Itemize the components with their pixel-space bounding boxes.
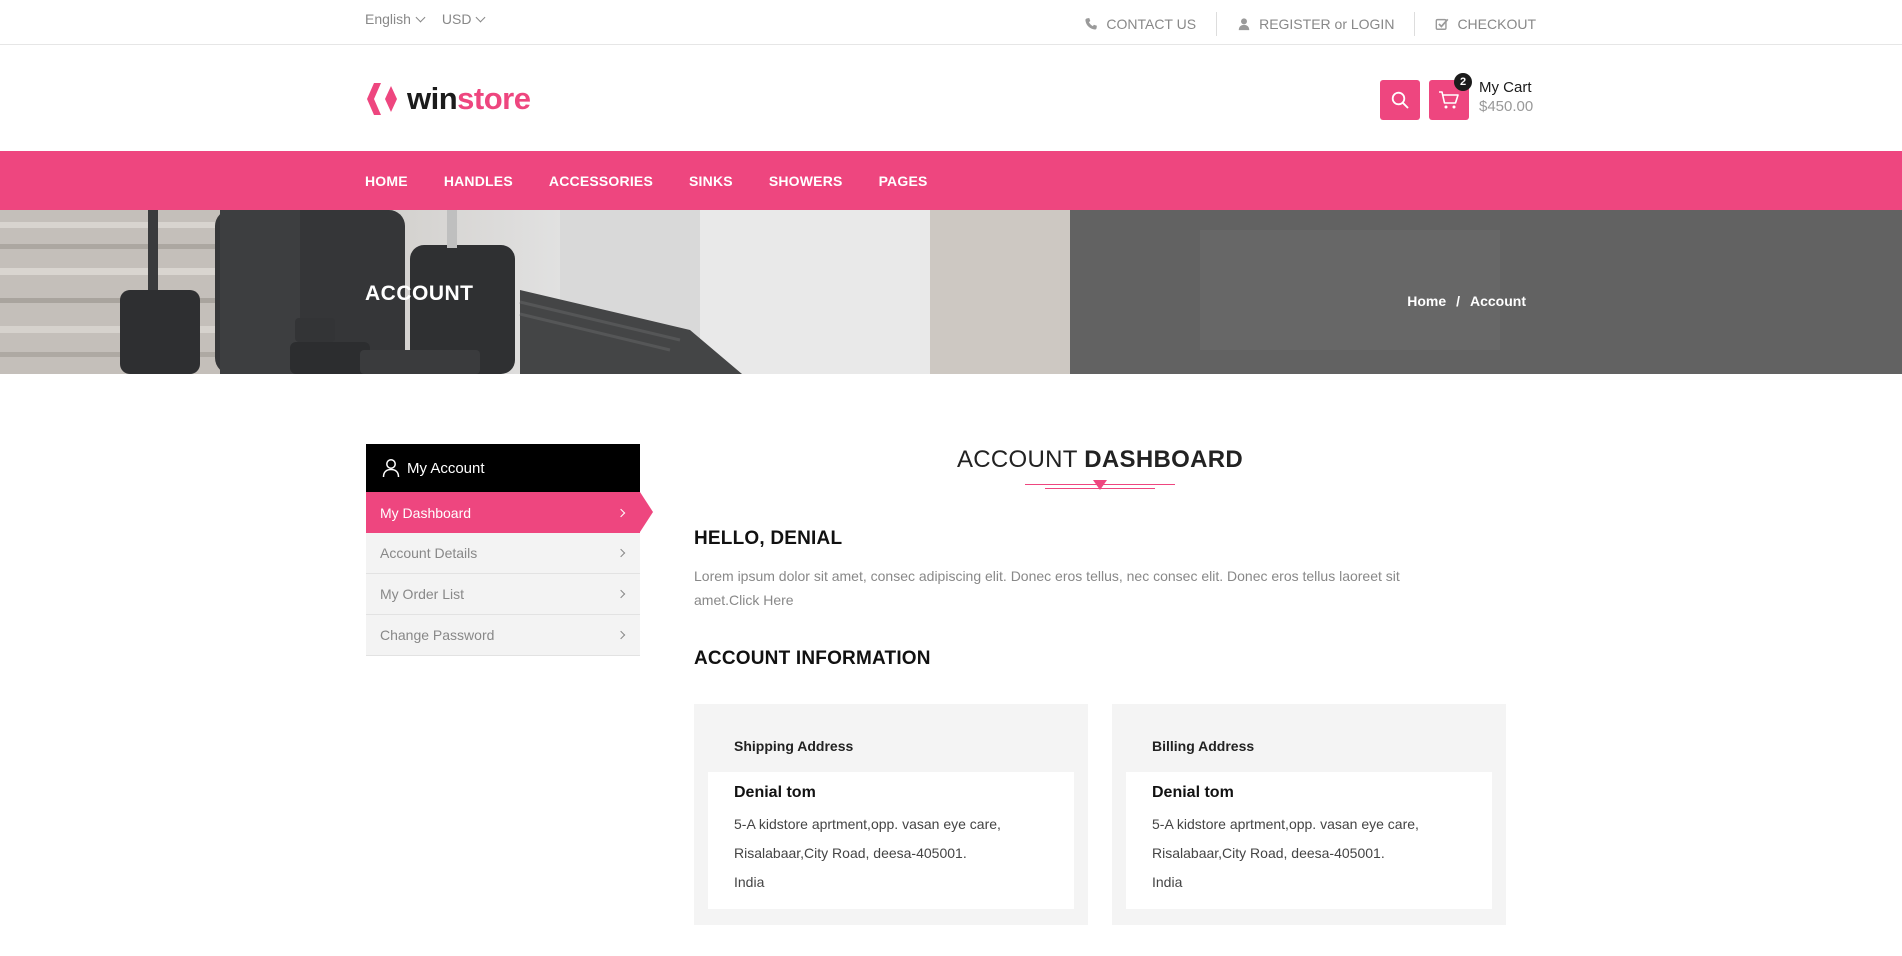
card-title: Shipping Address: [734, 738, 854, 754]
sidebar-item-label: Account Details: [380, 545, 478, 561]
address-name: Denial tom: [1152, 784, 1234, 801]
user-icon: [382, 459, 400, 478]
main-nav: HOME HANDLES ACCESSORIES SINKS SHOWERS P…: [0, 151, 1902, 210]
checkbox-icon: [1436, 18, 1449, 30]
nav-item-accessories[interactable]: ACCESSORIES: [549, 173, 653, 189]
contact-us-link[interactable]: CONTACT US: [1064, 16, 1216, 32]
language-select[interactable]: English: [365, 11, 426, 27]
chevron-right-icon: [616, 630, 626, 640]
sidebar-item-label: My Order List: [380, 586, 465, 602]
page-banner: ACCOUNT Home / Account: [0, 210, 1902, 374]
cart-label: My Cart: [1479, 79, 1532, 96]
breadcrumb-current: Account: [1470, 293, 1526, 309]
account-sidebar: My Account My Dashboard Account Details …: [366, 444, 653, 656]
breadcrumb: Home / Account: [1407, 293, 1526, 309]
sidebar-header-label: My Account: [407, 459, 485, 477]
nav-item-showers[interactable]: SHOWERS: [769, 173, 843, 189]
breadcrumb-separator: /: [1456, 293, 1460, 309]
intro-text: Lorem ipsum dolor sit amet, consec adipi…: [694, 568, 1400, 608]
search-icon: [1391, 91, 1409, 109]
card-title: Billing Address: [1152, 738, 1255, 754]
address-line-2: Risalabaar,City Road, deesa-405001.: [734, 845, 967, 861]
address-country: India: [734, 874, 765, 890]
chevron-right-icon: [616, 508, 626, 517]
checkout-label: CHECKOUT: [1457, 16, 1536, 32]
address-country: India: [1152, 874, 1183, 890]
site-header: winstore 2 My Cart $450.00: [0, 45, 1902, 151]
title-decoration: [1025, 480, 1175, 492]
address-line-2: Risalabaar,City Road, deesa-405001.: [1152, 845, 1385, 861]
account-info-heading: ACCOUNT INFORMATION: [694, 648, 931, 669]
nav-item-handles[interactable]: HANDLES: [444, 173, 513, 189]
click-here-link[interactable]: Click Here: [729, 592, 794, 608]
logo-mark-icon: [367, 83, 397, 115]
sidebar-item-my-order-list[interactable]: My Order List: [366, 574, 640, 615]
locale-selectors: English USD: [365, 11, 486, 27]
language-value: English: [365, 11, 411, 27]
top-links: CONTACT US REGISTER or LOGIN CHECKOUT: [1064, 12, 1536, 36]
address-name: Denial tom: [734, 784, 816, 801]
currency-select[interactable]: USD: [441, 11, 486, 27]
cart-summary[interactable]: My Cart $450.00: [1479, 79, 1533, 115]
search-button[interactable]: [1380, 80, 1420, 120]
register-login-label: REGISTER or LOGIN: [1259, 16, 1395, 32]
address-line-1: 5-A kidstore aprtment,opp. vasan eye car…: [734, 816, 1001, 832]
address-block: Denial tom 5-A kidstore aprtment,opp. va…: [708, 772, 1074, 909]
banner-title: ACCOUNT: [365, 282, 474, 305]
page: English USD CONTACT US REGISTER or LOGIN…: [0, 0, 1902, 956]
nav-item-home[interactable]: HOME: [365, 173, 408, 189]
address-line-1: 5-A kidstore aprtment,opp. vasan eye car…: [1152, 816, 1419, 832]
cart-icon: [1439, 91, 1459, 109]
sidebar-item-change-password[interactable]: Change Password: [366, 615, 640, 656]
sidebar-header: My Account: [366, 444, 640, 492]
chevron-right-icon: [616, 548, 626, 558]
banner-image: [0, 210, 1902, 374]
greeting-heading: HELLO, DENIAL: [694, 528, 843, 549]
billing-address-card: Billing Address Denial tom 5-A kidstore …: [1112, 704, 1506, 925]
sidebar-item-my-dashboard[interactable]: My Dashboard: [366, 492, 653, 533]
address-block: Denial tom 5-A kidstore aprtment,opp. va…: [1126, 772, 1492, 909]
chevron-down-icon: [415, 12, 426, 22]
breadcrumb-home[interactable]: Home: [1407, 293, 1446, 309]
nav-item-pages[interactable]: PAGES: [879, 173, 928, 189]
dashboard-content: ACCOUNT DASHBOARD HELLO, DENIAL Lorem ip…: [694, 444, 1506, 925]
chevron-right-icon: [616, 589, 626, 599]
cart-count-badge: 2: [1454, 73, 1472, 91]
checkout-link[interactable]: CHECKOUT: [1415, 16, 1536, 32]
sidebar-item-label: My Dashboard: [380, 504, 472, 521]
sidebar-item-account-details[interactable]: Account Details: [366, 533, 640, 574]
sidebar-item-label: Change Password: [380, 627, 495, 643]
address-cards: Shipping Address Denial tom 5-A kidstore…: [694, 704, 1506, 925]
logo-text: winstore: [407, 81, 531, 116]
currency-value: USD: [441, 11, 472, 27]
cart-total: $450.00: [1479, 98, 1534, 115]
register-login-link[interactable]: REGISTER or LOGIN: [1217, 16, 1414, 32]
page-title: ACCOUNT DASHBOARD: [956, 446, 1243, 473]
shipping-address-card: Shipping Address Denial tom 5-A kidstore…: [694, 704, 1088, 925]
top-bar: English USD CONTACT US REGISTER or LOGIN…: [0, 0, 1902, 45]
nav-item-sinks[interactable]: SINKS: [689, 173, 733, 189]
contact-us-label: CONTACT US: [1106, 16, 1197, 32]
chevron-down-icon: [476, 12, 486, 22]
phone-icon: [1085, 18, 1098, 30]
user-icon: [1238, 18, 1250, 31]
logo[interactable]: winstore: [365, 81, 531, 117]
